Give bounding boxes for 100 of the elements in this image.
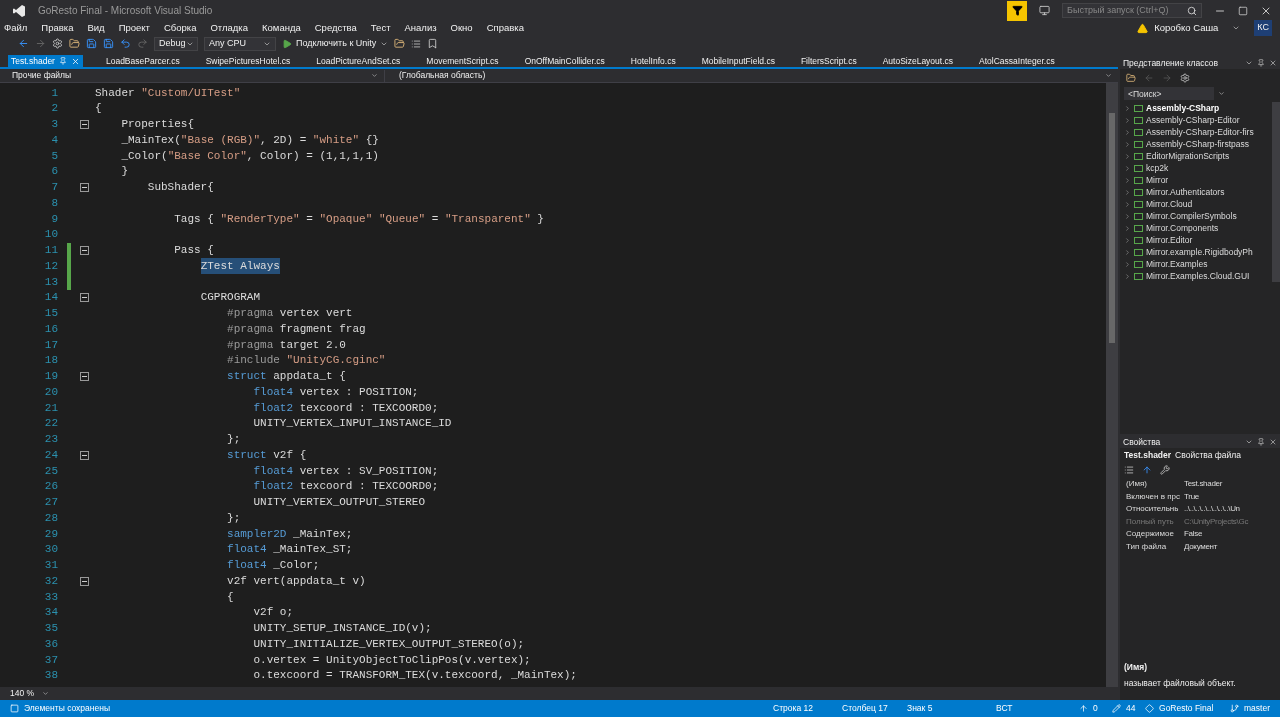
menu-item[interactable]: Средства [314,20,357,36]
menu-item[interactable]: Файл [4,20,28,36]
menu-item[interactable]: Справка [486,20,524,36]
class-view-item[interactable]: Mirror [1120,174,1272,186]
file-tab[interactable]: MobileInputField.cs [698,55,778,67]
line-number: 9 [50,211,58,227]
change-count[interactable]: 44 [1126,702,1140,715]
project-dropdown[interactable]: Прочие файлы [0,69,384,82]
caret-icon[interactable] [1218,90,1225,97]
line-number: 12 [43,258,58,274]
class-view-item[interactable]: Assembly-CSharp-firstpass [1120,138,1272,150]
settings-icon[interactable] [1180,73,1190,83]
collapse-icon[interactable] [80,245,89,255]
menu-item[interactable]: Сборка [163,20,197,36]
pin-icon[interactable] [58,57,67,65]
line-number: 19 [43,369,58,385]
pin-icon[interactable] [1257,59,1265,67]
caret-icon [1245,59,1253,67]
scrollbar[interactable] [1106,83,1118,687]
file-tab[interactable]: MovementScript.cs [423,55,502,67]
list-icon[interactable] [411,38,422,49]
diamond-icon [1145,704,1154,713]
platform-dropdown[interactable]: Any CPU [204,36,276,51]
class-view-item[interactable]: Mirror.Cloud [1120,198,1272,210]
collapse-icon[interactable] [80,119,89,129]
code-text: Properties{ [121,117,195,133]
close-icon[interactable] [1269,59,1277,67]
file-tab[interactable]: LoadBaseParcer.cs [102,55,183,67]
user-name[interactable]: Коробко Саша [1154,20,1219,36]
collapse-icon[interactable] [80,576,89,586]
menu-item[interactable]: Анализ [404,20,437,36]
file-tab[interactable]: SwipePicturesHotel.cs [202,55,294,67]
folder-icon[interactable] [1126,73,1136,83]
undo-icon[interactable] [120,38,131,49]
class-view-item[interactable]: Mirror.Examples [1120,258,1272,270]
menu-item[interactable]: Проект [118,20,150,36]
search-field[interactable]: <Поиск> [1124,87,1214,100]
class-view-item[interactable]: Mirror.Examples.Cloud.GUI [1120,270,1272,282]
menu-item[interactable]: Тест [370,20,391,36]
save-all-icon[interactable] [103,38,114,49]
bookmark-icon[interactable] [427,38,439,49]
code-text: }; [227,432,241,448]
file-tab[interactable]: HotelInfo.cs [627,55,679,67]
attach-unity-button[interactable]: Подключить к Unity [282,36,389,51]
class-view-item[interactable]: Mirror.Authenticators [1120,186,1272,198]
class-view-item[interactable]: EditorMigrationScripts [1120,150,1272,162]
categorized-icon[interactable] [1124,465,1134,475]
menu-item[interactable]: Отладка [210,20,249,36]
monitor-icon[interactable] [1039,5,1050,16]
menu-item[interactable]: Окно [450,20,473,36]
scope-dropdown[interactable]: (Глобальная область) [384,69,1118,82]
file-tab[interactable]: AtolCassaInteger.cs [976,55,1058,67]
file-tab[interactable]: FiltersScript.cs [797,55,860,67]
line-number: 6 [50,164,58,180]
zoom-dropdown[interactable]: 140 % [10,687,50,700]
configuration-dropdown[interactable]: Debug [154,36,198,51]
repository-name[interactable]: GoResto Final [1159,702,1225,715]
folder-icon[interactable] [394,38,406,49]
play-icon [282,38,292,49]
maximize-icon[interactable] [1238,5,1248,16]
collapse-icon[interactable] [80,293,89,303]
class-view-item[interactable]: Assembly-CSharp-Editor [1120,114,1272,126]
pin-icon[interactable] [1257,438,1265,446]
gear-icon[interactable] [52,38,63,49]
push-count[interactable]: 0 [1093,702,1107,715]
menu-item[interactable]: Команда [262,20,301,36]
line-number: 1 [50,85,58,101]
class-view-item[interactable]: Mirror.Components [1120,222,1272,234]
collapse-icon[interactable] [80,182,89,192]
file-tab[interactable]: AutoSizeLayout.cs [879,55,957,67]
sort-icon[interactable] [1142,465,1152,475]
collapse-icon[interactable] [80,450,89,460]
code-text: UNITY_VERTEX_OUTPUT_STEREO [253,495,426,511]
menu-item[interactable]: Правка [41,20,74,36]
class-view-item[interactable]: Assembly-CSharp [1120,102,1272,114]
class-view-item[interactable]: Assembly-CSharp-Editor-firs [1120,126,1272,138]
quick-launch-field[interactable]: Быстрый запуск (Ctrl+Q) [1062,3,1202,18]
collapse-icon[interactable] [80,371,89,381]
save-icon[interactable] [86,38,97,49]
object-selector[interactable]: Test.shader Свойства файла [1120,448,1280,462]
line-number: 2 [50,101,58,117]
class-view-item[interactable]: Mirror.CompilerSymbols [1120,210,1272,222]
user-avatar[interactable]: КС [1254,20,1272,36]
scrollbar[interactable] [1272,102,1280,282]
open-folder-icon[interactable] [69,38,80,49]
wrench-icon[interactable] [1160,465,1170,475]
file-tab[interactable]: OnOffMainCollider.cs [521,55,608,67]
close-icon[interactable] [1269,438,1277,446]
menu-item[interactable]: Вид [87,20,105,36]
code-text: {} [365,132,379,148]
class-view-item[interactable]: Mirror.example.RigidbodyPh [1120,246,1272,258]
class-view-item[interactable]: kcp2k [1120,162,1272,174]
class-view-item[interactable]: Mirror.Editor [1120,234,1272,246]
code-text: = [431,211,440,227]
pencil-icon [1112,704,1121,713]
file-tab[interactable]: LoadPictureAndSet.cs [313,55,404,67]
feedback-button[interactable] [1007,0,1027,21]
file-tab[interactable]: Test.shader [8,55,83,67]
back-icon[interactable] [18,38,29,49]
branch-name[interactable]: master [1244,702,1270,715]
